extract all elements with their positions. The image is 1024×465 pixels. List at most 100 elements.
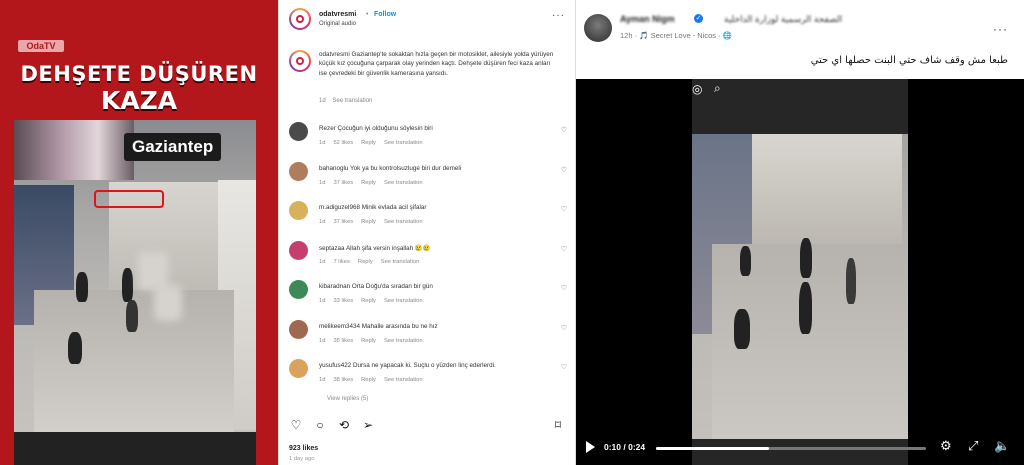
comment-avatar[interactable] (289, 201, 308, 220)
reply-link[interactable]: Reply (361, 298, 376, 304)
video-time: 0:10 / 0:24 (604, 442, 646, 452)
reel-video-frame: Gaziantep (14, 120, 256, 432)
comment-avatar[interactable] (289, 240, 308, 260)
user-icon[interactable]: ◎ (692, 82, 702, 96)
comment-avatar[interactable] (289, 122, 308, 141)
reply-link[interactable]: Reply (358, 259, 373, 265)
pedestrian (846, 258, 856, 304)
see-translation-link[interactable]: See translation (332, 98, 372, 104)
instagram-reel-frame[interactable]: OdaTV DEHŞETE DÜŞÜREN KAZA Gaziantep (0, 0, 278, 465)
comment-likes[interactable]: 7 likes (333, 259, 349, 265)
see-translation-link[interactable]: See translation (384, 338, 423, 344)
settings-icon[interactable]: ⚙ (940, 438, 952, 454)
pedestrian-child (68, 332, 82, 364)
comment-age: 1d (319, 179, 326, 186)
volume-icon[interactable]: 🔈 (994, 438, 1010, 454)
profile-avatar[interactable] (289, 8, 311, 30)
comment-avatar[interactable] (289, 161, 308, 181)
save-icon[interactable]: ⌑ (551, 418, 565, 432)
see-translation-link[interactable]: See translation (384, 377, 423, 383)
caption-avatar[interactable] (289, 50, 311, 72)
comment-age: 1d (319, 377, 326, 383)
comment-likes[interactable]: 38 likes (333, 377, 353, 383)
comment-row: Rezer Çocuğun iyi olduğunu söylesin biri… (289, 120, 571, 160)
fb-page-name[interactable]: الصفحة الرسمية لوزارة الداخلية (724, 14, 842, 25)
comment-text: melikeem3434 Mahalle arasında bu ne hız (319, 322, 438, 330)
more-options-icon[interactable]: ··· (552, 10, 565, 21)
comment-icon[interactable]: ○ (313, 418, 327, 432)
comment-heart-icon[interactable]: ♡ (561, 166, 567, 174)
comment-age: 1d (319, 337, 326, 344)
post-username[interactable]: odatvresmi (319, 11, 356, 18)
reply-link[interactable]: Reply (361, 140, 376, 146)
see-translation-link[interactable]: See translation (381, 259, 420, 265)
play-icon[interactable] (586, 441, 595, 453)
fb-more-options-icon[interactable]: ··· (993, 22, 1008, 36)
fb-video-player[interactable]: ◎ ⌕ 0:10 / 0:24 ⚙ ⤢ 🔈 (576, 79, 1024, 465)
post-header: odatvresmi • Follow Original audio ··· (289, 8, 569, 36)
comment-age: 1d (319, 140, 326, 146)
reply-link[interactable]: Reply (361, 338, 376, 344)
see-translation-link[interactable]: See translation (384, 219, 423, 225)
comment-likes[interactable]: 52 likes (333, 140, 353, 146)
comment-text: yusufus422 Dursa ne yapacak ki. Suçlu o … (319, 362, 496, 369)
pedestrian-child (734, 309, 750, 349)
caption-meta: 1d See translation (319, 98, 372, 104)
comment-meta: 1d 37 likes Reply See translation (319, 180, 431, 186)
comment-text: kibaradnan Orta Doğu'da sıradan bir gün (319, 283, 433, 290)
comment-likes[interactable]: 37 likes (333, 219, 353, 225)
comment-text: septazaa Allah şifa versin inşallah 😢😢 (319, 244, 431, 252)
comment-likes[interactable]: 37 likes (333, 180, 353, 186)
follow-button[interactable]: Follow (374, 11, 396, 18)
share-icon[interactable]: ➢ (361, 418, 375, 432)
see-translation-link[interactable]: See translation (384, 298, 423, 304)
verified-badge-icon: ✓ (694, 14, 703, 23)
progress-bar[interactable] (656, 447, 926, 450)
pedestrian (122, 268, 133, 302)
comment-avatar[interactable] (289, 319, 308, 339)
comment-row: m.adiguzel968 Minik evlada acil şifalar 1… (289, 199, 571, 239)
comment-row: septazaa Allah şifa versin inşallah 😢😢 1d… (289, 239, 571, 279)
comment-avatar[interactable] (289, 359, 308, 378)
comment-likes[interactable]: 33 likes (333, 298, 353, 304)
reel-city-label: Gaziantep (124, 133, 222, 161)
reply-link[interactable]: Reply (361, 219, 376, 225)
video-controls: 0:10 / 0:24 ⚙ ⤢ 🔈 (576, 435, 1024, 465)
comment-heart-icon[interactable]: ♡ (561, 324, 567, 332)
fb-post-meta: 12h · 🎵 Secret Love - Nicos · 🌐 (620, 31, 733, 40)
fb-author-name[interactable]: Ayman Nigm (620, 14, 675, 24)
see-translation-link[interactable]: See translation (384, 180, 423, 186)
comment-age: 1d (319, 298, 326, 304)
instagram-post-panel: odatvresmi • Follow Original audio ··· o… (278, 0, 575, 465)
comment-heart-icon[interactable]: ♡ (561, 205, 567, 213)
comment-row: kibaradnan Orta Doğu'da sıradan bir gün 1… (289, 278, 571, 318)
comment-heart-icon[interactable]: ♡ (561, 245, 567, 253)
fb-profile-avatar[interactable] (584, 14, 612, 42)
facebook-post-panel: Ayman Nigm ✓ الصفحة الرسمية لوزارة الداخ… (575, 0, 1024, 465)
repost-icon[interactable]: ⟲ (337, 418, 351, 432)
comment-heart-icon[interactable]: ♡ (561, 126, 567, 134)
pedestrian (799, 282, 812, 334)
post-actions: ♡ ○ ⟲ ➢ ⌑ (289, 418, 569, 434)
comment-meta: 1d 35 likes Reply See translation (319, 338, 431, 344)
view-replies-link[interactable]: View replies (5) (327, 396, 368, 402)
heart-icon[interactable]: ♡ (289, 418, 303, 432)
comment-heart-icon[interactable]: ♡ (561, 363, 567, 371)
likes-count[interactable]: 923 likes (289, 445, 318, 452)
fullscreen-icon[interactable]: ⤢ (968, 438, 978, 454)
highlight-box (94, 190, 164, 208)
comment-heart-icon[interactable]: ♡ (561, 284, 567, 292)
comment-likes[interactable]: 35 likes (333, 338, 353, 344)
search-icon[interactable]: ⌕ (714, 81, 721, 96)
comment-age: 1d (319, 258, 326, 265)
comment-avatar[interactable] (289, 280, 308, 299)
see-translation-link[interactable]: See translation (384, 140, 423, 146)
post-age: 1 day ago (289, 456, 315, 462)
reel-headline-line1: DEHŞETE DÜŞÜREN (20, 62, 258, 86)
reply-link[interactable]: Reply (361, 377, 376, 383)
reply-link[interactable]: Reply (361, 180, 376, 186)
caption-age: 1d (319, 98, 326, 104)
pedestrian (126, 300, 138, 332)
comment-text: bahanoglu Yok ya bu kontrolsuzluge biri … (319, 164, 462, 172)
audio-label[interactable]: Original audio (319, 21, 356, 27)
